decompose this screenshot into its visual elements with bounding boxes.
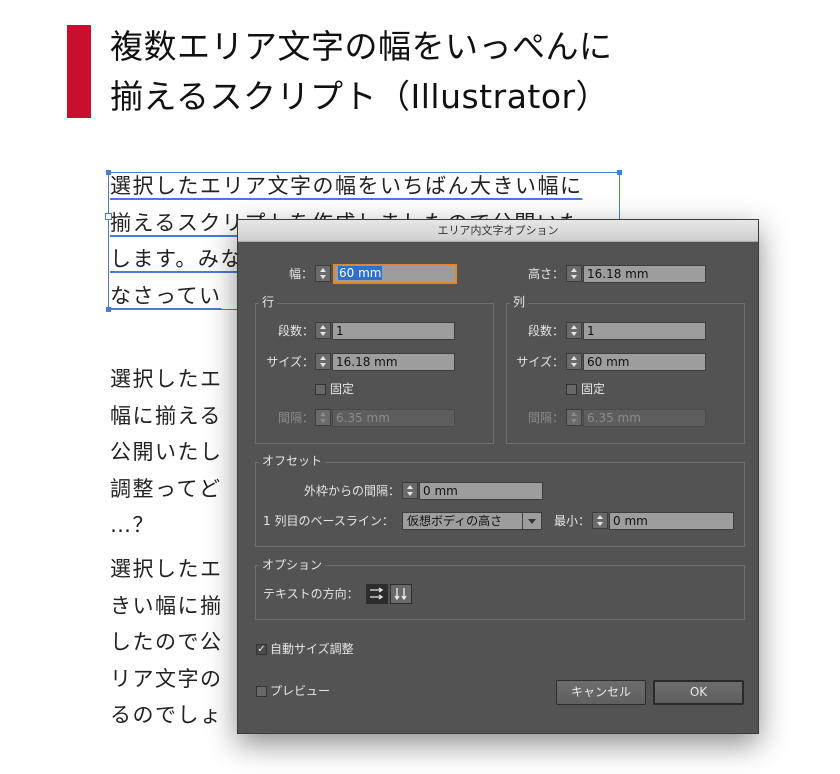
rows-gutter-input[interactable]: 6.35 mm: [332, 409, 455, 427]
rows-fixed-label: 固定: [330, 382, 355, 396]
para3-line-2: きい幅に揃: [110, 593, 223, 618]
ok-button[interactable]: OK: [653, 680, 744, 705]
columns-gutter-label: 間隔：: [527, 411, 564, 425]
height-stepper[interactable]: [566, 265, 582, 282]
selection-handle-top-left[interactable]: [106, 170, 111, 175]
cancel-button[interactable]: キャンセル: [556, 680, 646, 705]
rows-count-input[interactable]: 1: [332, 322, 455, 340]
para2-line-5: …？: [110, 513, 155, 537]
rows-gutter-stepper[interactable]: [315, 409, 331, 426]
min-input[interactable]: 0 mm: [609, 512, 734, 530]
rows-count-stepper[interactable]: [315, 322, 331, 339]
area-type-options-dialog: エリア内文字オプション 幅： 60 mm 高さ： 16.18 mm 行 段数： …: [237, 219, 759, 734]
para3-line-1: 選択したエ: [110, 557, 223, 581]
article-title: 複数エリア文字の幅をいっぺんに 揃えるスクリプト（Illustrator）: [110, 22, 750, 122]
text-direction-label: テキストの方向：: [263, 587, 359, 601]
selection-handle-bottom-left[interactable]: [106, 307, 111, 312]
columns-fixed-checkbox[interactable]: [566, 384, 577, 395]
columns-fixed-label: 固定: [581, 382, 606, 396]
columns-group-title: 列: [510, 294, 529, 310]
columns-size-input[interactable]: 60 mm: [583, 353, 706, 371]
min-stepper[interactable]: [592, 512, 608, 529]
columns-count-stepper[interactable]: [566, 322, 582, 339]
inset-spacing-label: 外枠からの間隔：: [303, 484, 400, 498]
width-stepper[interactable]: [315, 265, 331, 282]
para3-line-3: したので公: [110, 630, 223, 654]
rows-fixed-checkbox[interactable]: [315, 384, 326, 395]
first-baseline-label: 1 列目のベースライン：: [263, 514, 394, 528]
para2-line-3: 公開いたし: [110, 440, 223, 464]
article-title-line-1: 複数エリア文字の幅をいっぺんに: [110, 27, 613, 66]
options-group-title: オプション: [259, 557, 326, 573]
rows-size-label: サイズ：: [266, 355, 314, 369]
preview-checkbox[interactable]: [256, 686, 267, 697]
inset-spacing-stepper[interactable]: [402, 482, 418, 499]
width-label: 幅：: [288, 267, 313, 281]
columns-size-stepper[interactable]: [566, 353, 582, 370]
flow-by-rows-icon: [370, 587, 384, 600]
columns-count-label: 段数：: [527, 324, 564, 338]
para3-line-4: リア文字の: [110, 666, 223, 691]
rows-group-title: 行: [259, 294, 278, 310]
offset-group: [255, 462, 745, 547]
rows-size-input[interactable]: 16.18 mm: [332, 353, 455, 371]
article-title-line-2: 揃えるスクリプト（Illustrator）: [110, 77, 610, 116]
para2-line-2: 幅に揃える: [110, 403, 222, 428]
first-baseline-select[interactable]: 仮想ボディの高さ: [402, 512, 542, 530]
rows-gutter-label: 間隔：: [277, 411, 314, 425]
text-frame-in-port[interactable]: [105, 213, 112, 220]
min-label: 最小：: [553, 514, 590, 528]
auto-size-checkbox[interactable]: ✓: [256, 644, 267, 655]
flow-by-columns-icon: [394, 588, 407, 601]
text-direction-rows-button[interactable]: [366, 584, 388, 604]
dialog-title[interactable]: エリア内文字オプション: [238, 220, 758, 242]
selection-handle-top-right[interactable]: [617, 170, 622, 175]
height-input[interactable]: 16.18 mm: [583, 265, 706, 283]
auto-size-label: 自動サイズ調整: [270, 642, 354, 656]
inset-spacing-input[interactable]: 0 mm: [419, 482, 543, 500]
article-paragraph-2: 選択したエ 幅に揃える 公開いたし 調整ってど …？: [110, 361, 223, 544]
offset-group-title: オフセット: [259, 453, 326, 469]
width-input[interactable]: 60 mm: [333, 264, 457, 284]
chevron-down-icon: [522, 513, 541, 529]
para2-line-4: 調整ってど: [110, 476, 222, 501]
text-direction-columns-button[interactable]: [390, 584, 412, 604]
columns-count-input[interactable]: 1: [583, 322, 706, 340]
title-accent-bar: [67, 25, 91, 118]
height-label: 高さ：: [527, 267, 564, 281]
columns-gutter-input[interactable]: 6.35 mm: [583, 409, 706, 427]
rows-count-label: 段数：: [277, 324, 314, 338]
first-baseline-value: 仮想ボディの高さ: [407, 514, 503, 528]
rows-size-stepper[interactable]: [315, 353, 331, 370]
article-paragraph-3: 選択したエ きい幅に揃 したので公 リア文字の るのでしょ: [110, 551, 223, 734]
para2-line-1: 選択したエ: [110, 367, 223, 391]
columns-size-label: サイズ：: [516, 355, 564, 369]
columns-gutter-stepper[interactable]: [566, 409, 582, 426]
preview-label: プレビュー: [270, 684, 331, 698]
para3-line-5: るのでしょ: [110, 703, 223, 727]
